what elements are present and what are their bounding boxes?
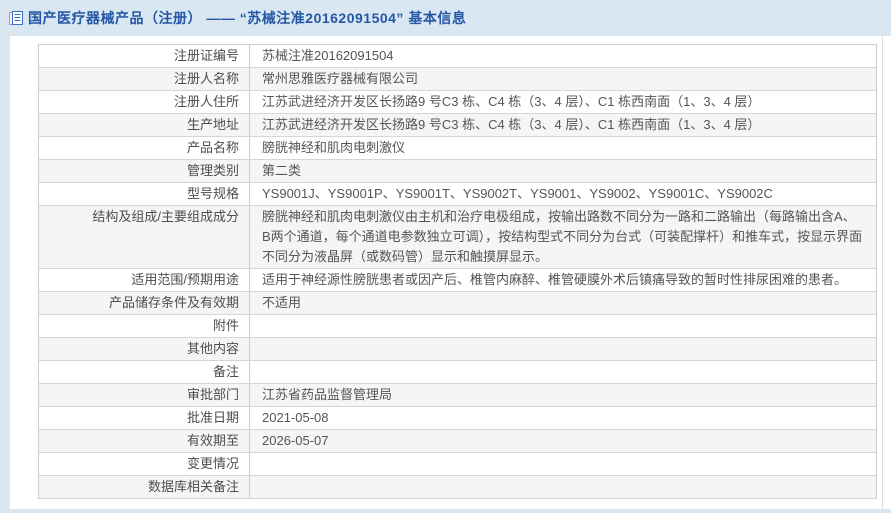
- table-row-storage-validity: 产品储存条件及有效期 不适用: [39, 292, 876, 315]
- row-label: 其他内容: [39, 338, 250, 360]
- table-row-model-spec: 型号规格 YS9001J、YS9001P、YS9001T、YS9002T、YS9…: [39, 183, 876, 206]
- row-value: 膀胱神经和肌肉电刺激仪: [262, 140, 406, 155]
- row-label: 附件: [39, 315, 250, 337]
- row-label: 变更情况: [39, 453, 250, 475]
- row-value: 江苏武进经济开发区长扬路9 号C3 栋、C4 栋（3、4 层）、C1 栋西南面（…: [262, 117, 761, 132]
- row-value: YS9001J、YS9001P、YS9001T、YS9002T、YS9001、Y…: [262, 186, 773, 201]
- table-row-remarks: 备注: [39, 361, 876, 384]
- registration-info-table: 注册证编号 苏械注准20162091504 注册人名称 常州思雅医疗器械有限公司…: [38, 44, 877, 499]
- table-row-structure-composition: 结构及组成/主要组成成分 膀胱神经和肌肉电刺激仪由主机和治疗电极组成，按输出路数…: [39, 206, 876, 269]
- row-label: 产品储存条件及有效期: [39, 292, 250, 314]
- row-value: 江苏武进经济开发区长扬路9 号C3 栋、C4 栋（3、4 层）、C1 栋西南面（…: [262, 94, 761, 109]
- row-label: 注册人名称: [39, 68, 250, 90]
- row-value: 2026-05-07: [262, 433, 329, 448]
- table-row-registrant-name: 注册人名称 常州思雅医疗器械有限公司: [39, 68, 876, 91]
- row-value: 第二类: [262, 163, 302, 178]
- row-value: [250, 338, 876, 360]
- row-value: 常州思雅医疗器械有限公司: [262, 71, 419, 86]
- table-row-attachment: 附件: [39, 315, 876, 338]
- row-label: 注册证编号: [39, 45, 250, 67]
- table-row-approval-date: 批准日期 2021-05-08: [39, 407, 876, 430]
- row-label: 适用范围/预期用途: [39, 269, 250, 291]
- table-row-registrant-address: 注册人住所 江苏武进经济开发区长扬路9 号C3 栋、C4 栋（3、4 层）、C1…: [39, 91, 876, 114]
- row-value: 2021-05-08: [262, 410, 329, 425]
- row-value: 适用于神经源性膀胱患者或因产后、椎管内麻醉、椎管硬膜外术后镇痛导致的暂时性排尿困…: [262, 272, 848, 287]
- table-row-other-content: 其他内容: [39, 338, 876, 361]
- row-label: 生产地址: [39, 114, 250, 136]
- table-row-management-category: 管理类别 第二类: [39, 160, 876, 183]
- row-value: [250, 453, 876, 475]
- row-value: 苏械注准20162091504: [262, 48, 394, 63]
- row-value: 江苏省药品监督管理局: [262, 387, 393, 402]
- document-icon: [8, 10, 24, 26]
- row-label: 备注: [39, 361, 250, 383]
- table-row-production-address: 生产地址 江苏武进经济开发区长扬路9 号C3 栋、C4 栋（3、4 层）、C1 …: [39, 114, 876, 137]
- row-value: 膀胱神经和肌肉电刺激仪由主机和治疗电极组成，按输出路数不同分为一路和二路输出（每…: [262, 209, 863, 264]
- row-label: 型号规格: [39, 183, 250, 205]
- row-label: 数据库相关备注: [39, 476, 250, 498]
- table-row-change-status: 变更情况: [39, 453, 876, 476]
- row-label: 产品名称: [39, 137, 250, 159]
- row-value: [250, 315, 876, 337]
- table-row-intended-use: 适用范围/预期用途 适用于神经源性膀胱患者或因产后、椎管内麻醉、椎管硬膜外术后镇…: [39, 269, 876, 292]
- table-row-approval-department: 审批部门 江苏省药品监督管理局: [39, 384, 876, 407]
- row-label: 管理类别: [39, 160, 250, 182]
- row-label: 结构及组成/主要组成成分: [39, 206, 250, 268]
- row-value: 不适用: [262, 295, 302, 310]
- row-value: [250, 361, 876, 383]
- page-title: 国产医疗器械产品（注册） —— “苏械注准20162091504” 基本信息: [28, 10, 467, 26]
- row-label: 注册人住所: [39, 91, 250, 113]
- row-value: [250, 476, 876, 498]
- row-label: 审批部门: [39, 384, 250, 406]
- content-panel: 注册证编号 苏械注准20162091504 注册人名称 常州思雅医疗器械有限公司…: [10, 36, 891, 509]
- table-row-valid-until: 有效期至 2026-05-07: [39, 430, 876, 453]
- row-label: 有效期至: [39, 430, 250, 452]
- table-row-registration-number: 注册证编号 苏械注准20162091504: [39, 45, 876, 68]
- row-label: 批准日期: [39, 407, 250, 429]
- page-header: 国产医疗器械产品（注册） —— “苏械注准20162091504” 基本信息: [0, 0, 891, 36]
- table-row-database-remarks: 数据库相关备注: [39, 476, 876, 499]
- table-row-product-name: 产品名称 膀胱神经和肌肉电刺激仪: [39, 137, 876, 160]
